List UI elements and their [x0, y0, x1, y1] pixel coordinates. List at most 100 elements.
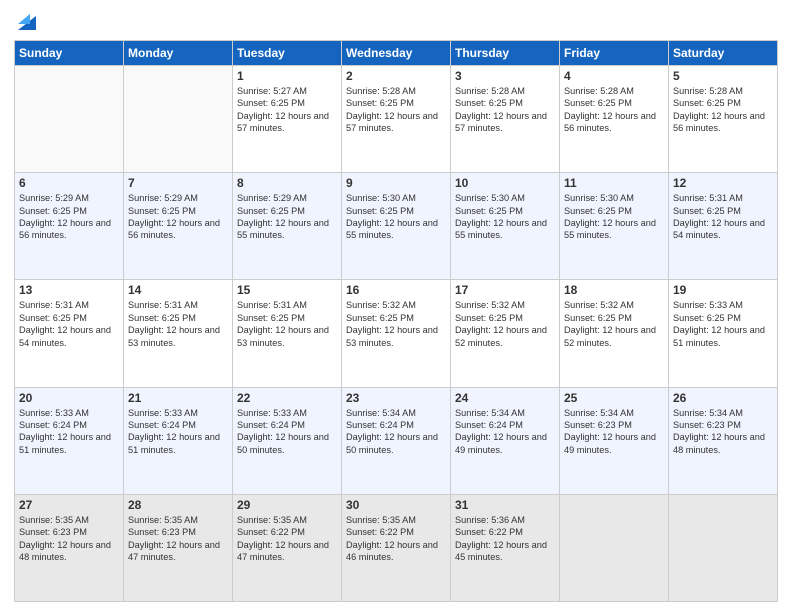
calendar-cell: 12Sunrise: 5:31 AMSunset: 6:25 PMDayligh… — [669, 173, 778, 280]
calendar-cell: 6 Sunrise: 5:29 AMSunset: 6:25 PMDaylight… — [15, 173, 124, 280]
calendar-cell: 22 Sunrise: 5:33 AMSunset: 6:24 PMDayligh… — [233, 387, 342, 494]
calendar-cell: 11 Sunrise: 5:30 AMSunset: 6:25 PMDayligh… — [560, 173, 669, 280]
calendar-cell: 4Sunrise: 5:28 AMSunset: 6:25 PMDaylight… — [560, 66, 669, 173]
day-info: Sunrise: 5:28 AMSunset: 6:25 PMDaylight:… — [564, 85, 664, 135]
day-info: Sunrise: 5:30 AMSunset: 6:25 PMDaylight:… — [455, 192, 555, 242]
calendar-cell — [124, 66, 233, 173]
day-info: Sunrise: 5:32 AMSunset: 6:25 PMDaylight:… — [346, 299, 446, 349]
day-header-monday: Monday — [124, 41, 233, 66]
calendar-cell: 8 Sunrise: 5:29 AMSunset: 6:25 PMDaylight… — [233, 173, 342, 280]
day-number: 20 — [19, 391, 119, 405]
header — [14, 10, 778, 34]
calendar-cell: 13 Sunrise: 5:31 AMSunset: 6:25 PMDayligh… — [15, 280, 124, 387]
day-number: 5 — [673, 69, 773, 83]
day-info: Sunrise: 5:31 AMSunset: 6:25 PMDaylight:… — [19, 299, 119, 349]
day-info: Sunrise: 5:31 AMSunset: 6:25 PMDaylight:… — [128, 299, 228, 349]
day-info: Sunrise: 5:30 AMSunset: 6:25 PMDaylight:… — [346, 192, 446, 242]
calendar-cell: 31 Sunrise: 5:36 AMSunset: 6:22 PMDayligh… — [451, 494, 560, 601]
day-number: 21 — [128, 391, 228, 405]
day-info: Sunrise: 5:32 AMSunset: 6:25 PMDaylight:… — [564, 299, 664, 349]
calendar-cell: 1 Sunrise: 5:27 AMSunset: 6:25 PMDaylight… — [233, 66, 342, 173]
day-number: 9 — [346, 176, 446, 190]
calendar-cell: 20 Sunrise: 5:33 AMSunset: 6:24 PMDayligh… — [15, 387, 124, 494]
day-number: 6 — [19, 176, 119, 190]
calendar-cell: 25 Sunrise: 5:34 AMSunset: 6:23 PMDayligh… — [560, 387, 669, 494]
day-number: 26 — [673, 391, 773, 405]
day-number: 13 — [19, 283, 119, 297]
calendar-cell: 3 Sunrise: 5:28 AMSunset: 6:25 PMDaylight… — [451, 66, 560, 173]
calendar-cell — [560, 494, 669, 601]
day-number: 11 — [564, 176, 664, 190]
logo-icon — [16, 6, 38, 34]
calendar-cell: 23 Sunrise: 5:34 AMSunset: 6:24 PMDayligh… — [342, 387, 451, 494]
day-info: Sunrise: 5:35 AMSunset: 6:22 PMDaylight:… — [237, 514, 337, 564]
day-info: Sunrise: 5:28 AMSunset: 6:25 PMDaylight:… — [346, 85, 446, 135]
day-info: Sunrise: 5:29 AMSunset: 6:25 PMDaylight:… — [19, 192, 119, 242]
day-number: 1 — [237, 69, 337, 83]
day-header-sunday: Sunday — [15, 41, 124, 66]
day-number: 28 — [128, 498, 228, 512]
day-info: Sunrise: 5:34 AMSunset: 6:23 PMDaylight:… — [673, 407, 773, 457]
day-number: 23 — [346, 391, 446, 405]
calendar-cell: 18 Sunrise: 5:32 AMSunset: 6:25 PMDayligh… — [560, 280, 669, 387]
day-info: Sunrise: 5:36 AMSunset: 6:22 PMDaylight:… — [455, 514, 555, 564]
day-info: Sunrise: 5:28 AMSunset: 6:25 PMDaylight:… — [455, 85, 555, 135]
calendar-cell: 15Sunrise: 5:31 AMSunset: 6:25 PMDayligh… — [233, 280, 342, 387]
day-info: Sunrise: 5:28 AMSunset: 6:25 PMDaylight:… — [673, 85, 773, 135]
day-info: Sunrise: 5:27 AMSunset: 6:25 PMDaylight:… — [237, 85, 337, 135]
day-header-friday: Friday — [560, 41, 669, 66]
day-number: 29 — [237, 498, 337, 512]
calendar-cell: 29 Sunrise: 5:35 AMSunset: 6:22 PMDayligh… — [233, 494, 342, 601]
day-info: Sunrise: 5:33 AMSunset: 6:24 PMDaylight:… — [128, 407, 228, 457]
days-header-row: SundayMondayTuesdayWednesdayThursdayFrid… — [15, 41, 778, 66]
day-info: Sunrise: 5:29 AMSunset: 6:25 PMDaylight:… — [237, 192, 337, 242]
day-number: 30 — [346, 498, 446, 512]
day-number: 3 — [455, 69, 555, 83]
calendar-cell: 17 Sunrise: 5:32 AMSunset: 6:25 PMDayligh… — [451, 280, 560, 387]
day-info: Sunrise: 5:33 AMSunset: 6:24 PMDaylight:… — [237, 407, 337, 457]
calendar-cell: 9 Sunrise: 5:30 AMSunset: 6:25 PMDaylight… — [342, 173, 451, 280]
day-info: Sunrise: 5:32 AMSunset: 6:25 PMDaylight:… — [455, 299, 555, 349]
day-number: 27 — [19, 498, 119, 512]
day-number: 24 — [455, 391, 555, 405]
calendar-cell: 24 Sunrise: 5:34 AMSunset: 6:24 PMDayligh… — [451, 387, 560, 494]
day-header-saturday: Saturday — [669, 41, 778, 66]
day-number: 17 — [455, 283, 555, 297]
calendar-cell: 5 Sunrise: 5:28 AMSunset: 6:25 PMDaylight… — [669, 66, 778, 173]
day-info: Sunrise: 5:34 AMSunset: 6:24 PMDaylight:… — [455, 407, 555, 457]
day-info: Sunrise: 5:33 AMSunset: 6:24 PMDaylight:… — [19, 407, 119, 457]
day-info: Sunrise: 5:30 AMSunset: 6:25 PMDaylight:… — [564, 192, 664, 242]
day-info: Sunrise: 5:35 AMSunset: 6:23 PMDaylight:… — [128, 514, 228, 564]
day-number: 31 — [455, 498, 555, 512]
calendar-table: SundayMondayTuesdayWednesdayThursdayFrid… — [14, 40, 778, 602]
day-number: 8 — [237, 176, 337, 190]
calendar-cell: 16Sunrise: 5:32 AMSunset: 6:25 PMDayligh… — [342, 280, 451, 387]
logo — [14, 10, 38, 34]
calendar-cell: 21 Sunrise: 5:33 AMSunset: 6:24 PMDayligh… — [124, 387, 233, 494]
calendar-cell: 19 Sunrise: 5:33 AMSunset: 6:25 PMDayligh… — [669, 280, 778, 387]
day-info: Sunrise: 5:34 AMSunset: 6:23 PMDaylight:… — [564, 407, 664, 457]
day-number: 18 — [564, 283, 664, 297]
calendar-cell: 2 Sunrise: 5:28 AMSunset: 6:25 PMDaylight… — [342, 66, 451, 173]
week-row-4: 20 Sunrise: 5:33 AMSunset: 6:24 PMDayligh… — [15, 387, 778, 494]
day-number: 12 — [673, 176, 773, 190]
calendar-cell: 14Sunrise: 5:31 AMSunset: 6:25 PMDayligh… — [124, 280, 233, 387]
day-number: 2 — [346, 69, 446, 83]
day-info: Sunrise: 5:29 AMSunset: 6:25 PMDaylight:… — [128, 192, 228, 242]
calendar-cell: 26 Sunrise: 5:34 AMSunset: 6:23 PMDayligh… — [669, 387, 778, 494]
day-info: Sunrise: 5:35 AMSunset: 6:22 PMDaylight:… — [346, 514, 446, 564]
day-number: 25 — [564, 391, 664, 405]
day-info: Sunrise: 5:33 AMSunset: 6:25 PMDaylight:… — [673, 299, 773, 349]
calendar-cell: 27 Sunrise: 5:35 AMSunset: 6:23 PMDayligh… — [15, 494, 124, 601]
day-number: 19 — [673, 283, 773, 297]
day-info: Sunrise: 5:35 AMSunset: 6:23 PMDaylight:… — [19, 514, 119, 564]
day-number: 15 — [237, 283, 337, 297]
day-number: 7 — [128, 176, 228, 190]
calendar-cell: 30 Sunrise: 5:35 AMSunset: 6:22 PMDayligh… — [342, 494, 451, 601]
day-header-tuesday: Tuesday — [233, 41, 342, 66]
day-header-thursday: Thursday — [451, 41, 560, 66]
day-number: 10 — [455, 176, 555, 190]
calendar-cell: 28 Sunrise: 5:35 AMSunset: 6:23 PMDayligh… — [124, 494, 233, 601]
day-info: Sunrise: 5:34 AMSunset: 6:24 PMDaylight:… — [346, 407, 446, 457]
day-number: 22 — [237, 391, 337, 405]
